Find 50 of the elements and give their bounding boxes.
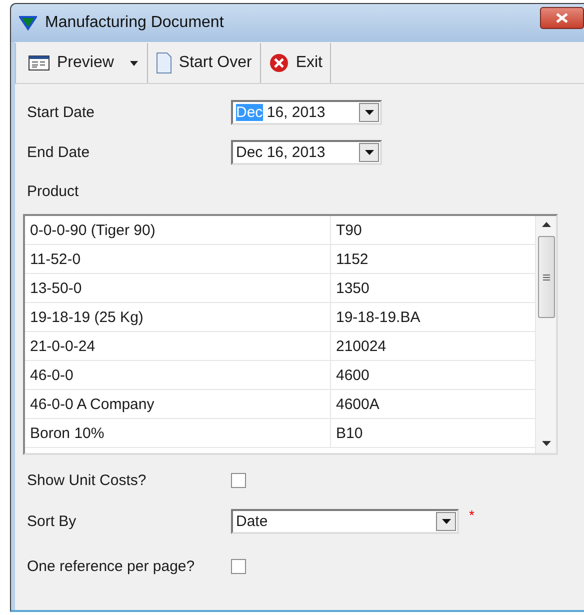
table-cell: 19-18-19 (25 Kg) <box>25 303 331 331</box>
caret-icon <box>128 60 139 66</box>
document-icon <box>156 52 172 74</box>
caret-icon <box>442 518 450 524</box>
table-cell-text: 1152 <box>335 250 368 270</box>
table-cell-text: 4600A <box>335 394 380 414</box>
date-field[interactable]: Dec 16, 2013 <box>231 100 382 124</box>
field-label: Sort By <box>27 512 78 530</box>
field-label: End Date <box>27 144 91 160</box>
table-cell: 13-50-0 <box>25 274 331 302</box>
scroll-down-icon <box>542 441 550 447</box>
field-label: Start Date <box>27 104 96 120</box>
table-cell-text: 4600 <box>335 366 370 386</box>
required-mark: * <box>469 507 474 523</box>
dropdown-button[interactable] <box>436 512 456 530</box>
dropdown-button[interactable] <box>359 102 379 122</box>
sort-dropdown[interactable]: Date <box>231 508 459 534</box>
table-cell-text: 1350 <box>335 278 370 298</box>
date-field[interactable]: Dec 16, 2013 <box>231 140 382 164</box>
exit-icon <box>268 53 289 73</box>
caret-icon <box>364 110 374 114</box>
table-cell: 11-52-0 <box>25 245 331 273</box>
table-cell-text: T90 <box>335 220 362 240</box>
window-title: Manufacturing Document <box>45 14 225 32</box>
toolbar-button[interactable]: Exit <box>260 43 332 83</box>
grip-icon <box>542 274 550 280</box>
close-button[interactable] <box>540 7 584 29</box>
app-logo-icon <box>19 15 37 31</box>
checkbox[interactable] <box>231 472 246 488</box>
table-cell-text: B10 <box>335 424 363 444</box>
table-cell-text: 210024 <box>335 336 386 356</box>
table-cell: 46-0-0 <box>25 361 331 389</box>
table-cell: 0-0-0-90 (Tiger 90) <box>25 216 331 244</box>
field-label: One reference per page? <box>27 558 196 574</box>
scrollbar[interactable] <box>535 216 556 453</box>
field-label: Product <box>27 182 80 200</box>
scroll-up-icon <box>542 222 550 228</box>
table-cell: Boron 10% <box>25 419 331 447</box>
window-icon <box>28 55 50 71</box>
dropdown-button[interactable] <box>359 142 379 162</box>
caret-icon <box>364 150 374 154</box>
toolbar-button[interactable]: Preview <box>20 43 148 83</box>
table-cell: 21-0-0-24 <box>25 332 331 360</box>
close-icon <box>556 13 568 23</box>
table-cell-text: 19-18-19.BA <box>335 308 420 328</box>
checkbox[interactable] <box>231 558 246 574</box>
table-cell: 46-0-0 A Company <box>25 390 331 418</box>
scroll-thumb[interactable] <box>538 236 554 318</box>
toolbar-button[interactable]: Start Over <box>148 43 261 83</box>
field-label: Show Unit Costs? <box>27 472 148 488</box>
